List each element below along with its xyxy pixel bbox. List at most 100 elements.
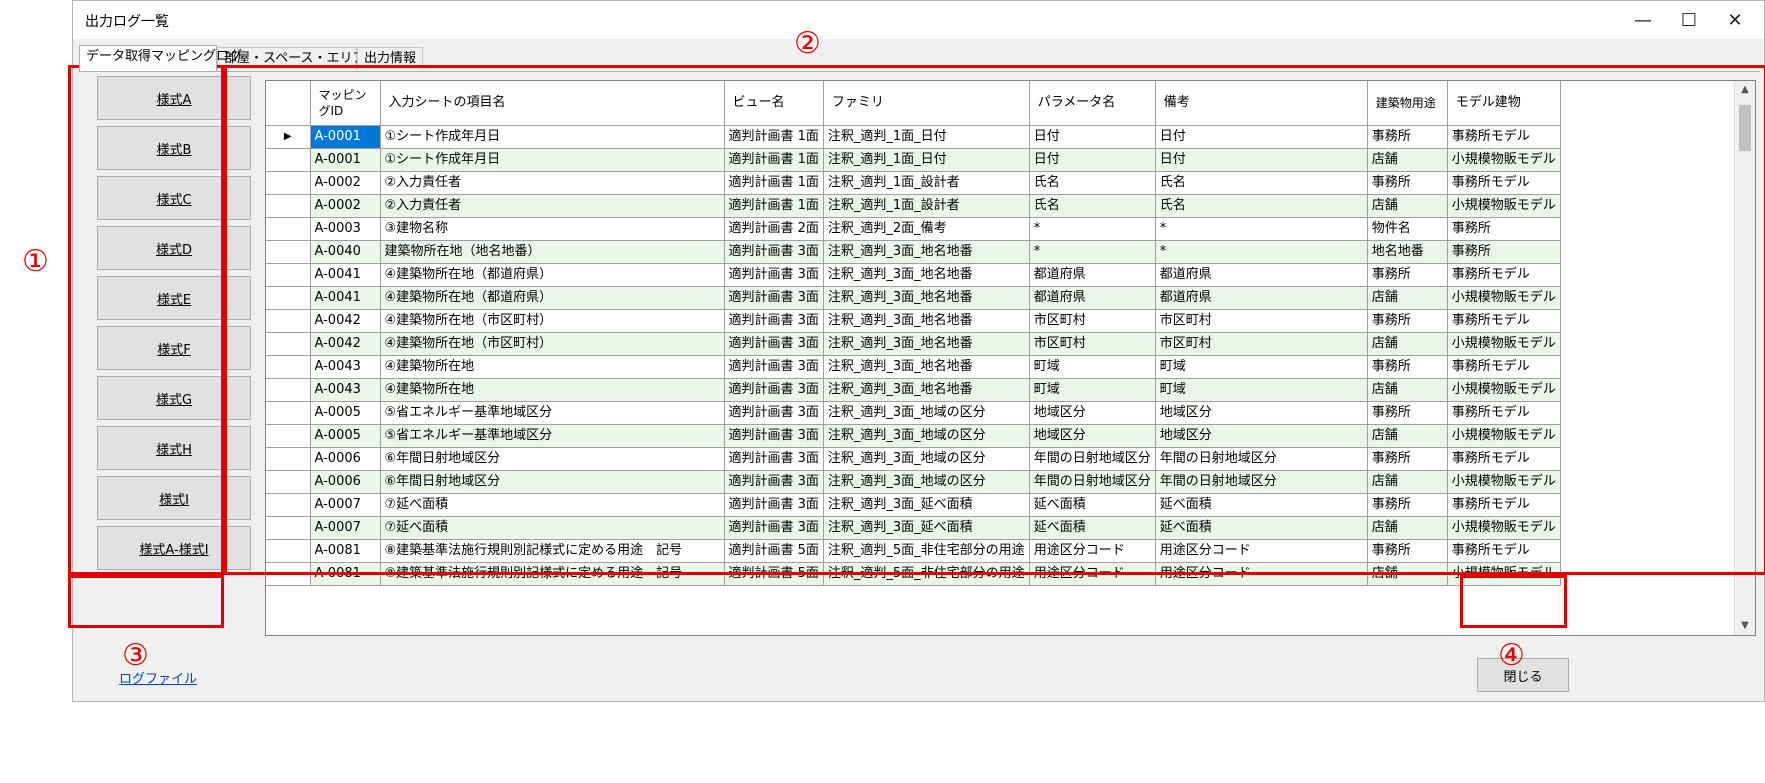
cell-family[interactable]: 注釈_適判_3面_地名地番 [823,263,1030,287]
cell-family[interactable]: 注釈_適判_3面_地域の区分 [823,447,1030,471]
cell-remarks[interactable]: 用途区分コード [1155,562,1368,586]
table-row[interactable]: A-0041 ④建築物所在地（都道府県） 適判計画書 3面 注釈_適判_3面_地名地番… [266,263,1561,287]
cell-parameter[interactable]: 都道府県 [1029,286,1156,310]
cell-model-building[interactable]: 事務所モデル [1447,447,1561,471]
cell-building-use[interactable]: 事務所 [1367,171,1448,195]
col-header-remarks[interactable]: 備考 [1155,81,1368,126]
row-header[interactable] [266,493,311,517]
row-header[interactable] [266,171,311,195]
cell-parameter[interactable]: 年間の日射地域区分 [1029,470,1156,494]
cell-building-use[interactable]: 事務所 [1367,355,1448,379]
cell-view-name[interactable]: 適判計画書 3面 [724,263,824,287]
cell-family[interactable]: 注釈_適判_3面_延べ面積 [823,493,1030,517]
table-row[interactable]: A-0003 ③建物名称 適判計画書 2面 注釈_適判_2面_備考 * * 物件名 事務所 [266,217,1561,241]
table-row[interactable]: ▶ A-0001 ①シート作成年月日 適判計画書 1面 注釈_適判_1面_日付 日付 日付事… [266,125,1561,149]
cell-parameter[interactable]: 氏名 [1029,171,1156,195]
cell-building-use[interactable]: 事務所 [1367,447,1448,471]
cell-remarks[interactable]: 市区町村 [1155,309,1368,333]
cell-input-item[interactable]: ④建築物所在地 [380,378,725,402]
table-row[interactable]: A-0081 ⑧建築基準法施行規則別記様式に定める用途 記号 適判計画書 5面 注釈_… [266,539,1561,563]
cell-view-name[interactable]: 適判計画書 1面 [724,148,824,172]
scroll-up-icon[interactable]: ▲ [1735,81,1755,99]
form-button-3[interactable]: 様式C [97,176,251,220]
row-header[interactable] [266,148,311,172]
cell-remarks[interactable]: 都道府県 [1155,263,1368,287]
cell-view-name[interactable]: 適判計画書 3面 [724,309,824,333]
cell-building-use[interactable]: 店舗 [1367,378,1448,402]
cell-parameter[interactable]: 地域区分 [1029,424,1156,448]
col-header-input-item[interactable]: 入力シートの項目名 [380,81,725,126]
cell-family[interactable]: 注釈_適判_5面_非住宅部分の用途 [823,562,1030,586]
cell-remarks[interactable]: 延べ面積 [1155,493,1368,517]
cell-model-building[interactable]: 事務所 [1447,217,1561,241]
col-header-parameter[interactable]: パラメータ名 [1029,81,1156,126]
cell-view-name[interactable]: 適判計画書 5面 [724,539,824,563]
cell-family[interactable]: 注釈_適判_1面_設計者 [823,194,1030,218]
cell-remarks[interactable]: 延べ面積 [1155,516,1368,540]
cell-family[interactable]: 注釈_適判_3面_地名地番 [823,355,1030,379]
cell-mapping-id[interactable]: A-0081 [310,539,381,563]
table-row[interactable]: A-0042 ④建築物所在地（市区町村） 適判計画書 3面 注釈_適判_3面_地名地番… [266,309,1561,333]
cell-building-use[interactable]: 店舗 [1367,424,1448,448]
cell-building-use[interactable]: 店舗 [1367,516,1448,540]
table-row[interactable]: A-0006 ⑥年間日射地域区分 適判計画書 3面 注釈_適判_3面_地域の区分 年間の… [266,470,1561,494]
cell-family[interactable]: 注釈_適判_3面_延べ面積 [823,516,1030,540]
cell-model-building[interactable]: 小規模物販モデル [1447,332,1561,356]
table-row[interactable]: A-0043 ④建築物所在地 適判計画書 3面 注釈_適判_3面_地名地番 町域 町域 事務… [266,355,1561,379]
row-header[interactable] [266,401,311,425]
cell-remarks[interactable]: 日付 [1155,148,1368,172]
cell-view-name[interactable]: 適判計画書 3面 [724,401,824,425]
cell-building-use[interactable]: 事務所 [1367,125,1448,149]
cell-mapping-id[interactable]: A-0007 [310,516,381,540]
cell-building-use[interactable]: 事務所 [1367,309,1448,333]
cell-input-item[interactable]: ⑥年間日射地域区分 [380,470,725,494]
form-button-5[interactable]: 様式E [97,276,251,320]
cell-remarks[interactable]: 都道府県 [1155,286,1368,310]
cell-building-use[interactable]: 店舗 [1367,562,1448,586]
cell-view-name[interactable]: 適判計画書 3面 [724,493,824,517]
cell-mapping-id[interactable]: A-0041 [310,263,381,287]
form-button-4[interactable]: 様式D [97,226,251,270]
cell-remarks[interactable]: 年間の日射地域区分 [1155,470,1368,494]
form-button-1[interactable]: 様式A [97,76,251,120]
cell-family[interactable]: 注釈_適判_2面_備考 [823,217,1030,241]
row-header[interactable] [266,562,311,586]
row-header[interactable] [266,470,311,494]
minimize-icon[interactable]: — [1620,5,1666,35]
cell-input-item[interactable]: ⑦延べ面積 [380,516,725,540]
cell-parameter[interactable]: * [1029,240,1156,264]
row-header[interactable] [266,355,311,379]
tab-output-info[interactable]: 出力情報 [357,47,423,69]
cell-building-use[interactable]: 物件名 [1367,217,1448,241]
cell-parameter[interactable]: 市区町村 [1029,309,1156,333]
cell-model-building[interactable]: 小規模物販モデル [1447,562,1561,586]
cell-building-use[interactable]: 店舗 [1367,194,1448,218]
cell-view-name[interactable]: 適判計画書 3面 [724,240,824,264]
cell-input-item[interactable]: ⑦延べ面積 [380,493,725,517]
cell-parameter[interactable]: 延べ面積 [1029,516,1156,540]
cell-view-name[interactable]: 適判計画書 3面 [724,516,824,540]
cell-input-item[interactable]: ⑧建築基準法施行規則別記様式に定める用途 記号 [380,539,725,563]
cell-input-item[interactable]: ⑧建築基準法施行規則別記様式に定める用途 記号 [380,562,725,586]
cell-input-item[interactable]: ④建築物所在地（都道府県） [380,286,725,310]
cell-building-use[interactable]: 事務所 [1367,493,1448,517]
cell-remarks[interactable]: 年間の日射地域区分 [1155,447,1368,471]
col-header-family[interactable]: ファミリ [823,81,1030,126]
cell-family[interactable]: 注釈_適判_1面_設計者 [823,171,1030,195]
scroll-thumb[interactable] [1739,105,1751,151]
cell-parameter[interactable]: * [1029,217,1156,241]
cell-remarks[interactable]: 用途区分コード [1155,539,1368,563]
cell-family[interactable]: 注釈_適判_3面_地域の区分 [823,424,1030,448]
table-row[interactable]: A-0005 ⑤省エネルギー基準地域区分 適判計画書 3面 注釈_適判_3面_地域の区… [266,424,1561,448]
cell-building-use[interactable]: 店舗 [1367,332,1448,356]
cell-model-building[interactable]: 事務所モデル [1447,171,1561,195]
cell-mapping-id[interactable]: A-0005 [310,424,381,448]
cell-building-use[interactable]: 店舗 [1367,286,1448,310]
col-header-model-building[interactable]: モデル建物 [1447,81,1561,126]
cell-input-item[interactable]: ②入力責任者 [380,194,725,218]
cell-input-item[interactable]: ①シート作成年月日 [380,125,725,149]
cell-model-building[interactable]: 小規模物販モデル [1447,424,1561,448]
cell-model-building[interactable]: 小規模物販モデル [1447,194,1561,218]
cell-model-building[interactable]: 事務所モデル [1447,493,1561,517]
cell-view-name[interactable]: 適判計画書 1面 [724,171,824,195]
